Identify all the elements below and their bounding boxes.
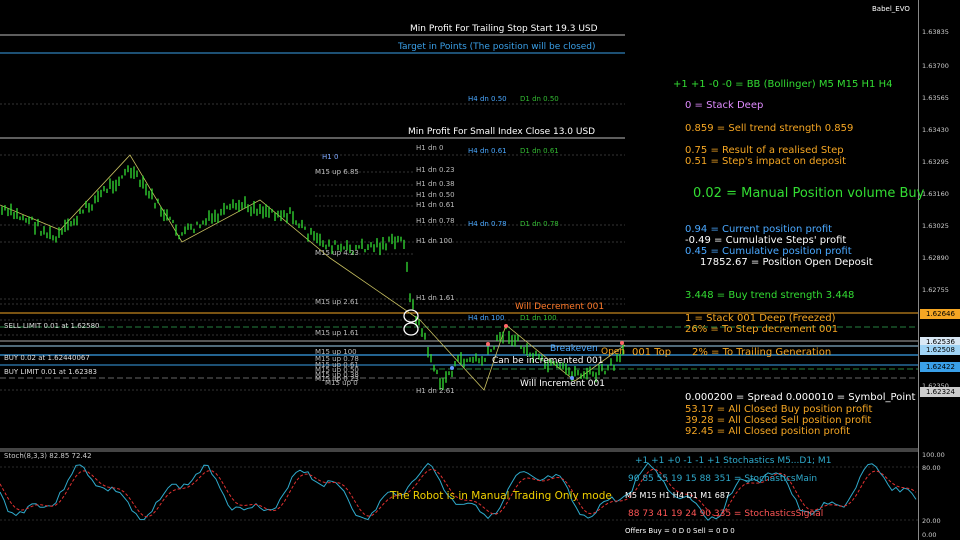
price-tick: 1.62890 <box>922 254 949 262</box>
will-decrement-label: Will Decrement 001 <box>515 302 605 312</box>
level-label: M15 up 6.85 <box>315 168 359 176</box>
level-label: H1 dn 0.61 <box>416 201 455 209</box>
price-tick: 1.63160 <box>922 190 949 198</box>
stochastic-title: Stoch(8,3,3) 82.85 72.42 <box>4 452 92 460</box>
price-tick: 1.62755 <box>922 286 949 294</box>
level-label: H4 dn 0.78 <box>468 220 507 228</box>
stoch-signal: 88 73 41 19 24 90 335 = StochasticsSigna… <box>628 509 824 519</box>
level-label: D1 dn 0.61 <box>520 147 559 155</box>
level-label: H1 0 <box>322 153 339 161</box>
level-label: D1 dn 0.50 <box>520 95 559 103</box>
closed-sell-profit: 39.28 = All Closed Sell position profit <box>685 415 872 426</box>
stoch-tick: 80.00 <box>922 464 941 472</box>
level-label: D1 dn 100 <box>520 314 557 322</box>
spread: 0.000200 = Spread 0.000010 = Symbol_Poin… <box>685 392 916 403</box>
account-label: Babel_EVO <box>872 5 910 13</box>
price-badge: 1.62422 <box>920 362 960 372</box>
robot-mode: The Robot is in Manual Trading Only mode <box>390 490 612 502</box>
trailing-generation: 2% = To Trailing Generation <box>692 347 832 358</box>
stoch-main: 90 85 55 19 15 88 351 = StochasticsMain <box>628 474 818 484</box>
price-tick: 1.63700 <box>922 62 949 70</box>
price-axis-line <box>918 0 919 540</box>
stoch-tick: 0.00 <box>922 531 937 539</box>
min-profit-trailing-label: Min Profit For Trailing Stop Start 19.3 … <box>410 24 598 34</box>
level-label: M15 up 0 <box>325 379 358 387</box>
level-label: H1 dn 0.38 <box>416 180 455 188</box>
stack-deep: 0 = Stack Deep <box>685 100 764 111</box>
current-profit: 0.94 = Current position profit <box>685 224 833 235</box>
manual-volume: 0.02 = Manual Position volume Buy <box>693 186 925 201</box>
bb-signal: +1 +1 -0 -0 = BB (Bollinger) M5 M15 H1 H… <box>673 79 893 90</box>
price-tick: 1.63295 <box>922 158 949 166</box>
open-label: Open <box>601 347 626 357</box>
stoch-signals: +1 +1 +0 -1 -1 +1 Stochastics M5...D1; M… <box>635 456 832 466</box>
position-open-deposit: 17852.67 = Position Open Deposit <box>700 257 873 268</box>
top-label: 001 Top <box>632 347 672 358</box>
price-tick: 1.63025 <box>922 222 949 230</box>
stoch-timeframes: M5 M15 H1 H4 D1 M1 687 <box>625 491 731 500</box>
price-tick: 1.63565 <box>922 94 949 102</box>
can-be-incremented-label: Can be incremented 001 <box>492 356 604 366</box>
closed-all-profit: 92.45 = All Closed position profit <box>685 426 851 437</box>
order-buy-limit[interactable]: BUY LIMIT 0.01 at 1.62383 <box>4 369 97 376</box>
level-label: M15 up 2.61 <box>315 298 359 306</box>
order-buy[interactable]: BUY 0.02 at 1.62440067 <box>4 355 90 362</box>
level-label: H4 dn 0.61 <box>468 147 507 155</box>
level-label: M15 up 4.23 <box>315 249 359 257</box>
level-label: H4 dn 0.50 <box>468 95 507 103</box>
price-tick: 1.63430 <box>922 126 949 134</box>
buy-trend-strength: 3.448 = Buy trend strength 3.448 <box>685 290 855 301</box>
breakeven-label: Breakeven <box>550 344 598 354</box>
level-label: D1 dn 0.78 <box>520 220 559 228</box>
level-label: H1 dn 0 <box>416 144 444 152</box>
price-badge: 1.62508 <box>920 345 960 355</box>
sell-trend-strength: 0.859 = Sell trend strength 0.859 <box>685 123 854 134</box>
cumulative-steps-profit: -0.49 = Cumulative Steps' profit <box>685 235 847 246</box>
stoch-tick: 20.00 <box>922 517 941 525</box>
offers-label: Offers Buy = 0 D 0 Sell = 0 D 0 <box>625 527 735 535</box>
order-sell-limit[interactable]: SELL LIMIT 0.01 at 1.62580 <box>4 323 99 330</box>
price-badge: 1.62324 <box>920 387 960 397</box>
closed-buy-profit: 53.17 = All Closed Buy position profit <box>685 404 873 415</box>
cumulative-position-profit: 0.45 = Cumulative position profit <box>685 246 852 257</box>
level-label: H1 dn 0.23 <box>416 166 455 174</box>
level-label: H1 dn 100 <box>416 237 453 245</box>
level-label: H1 dn 0.50 <box>416 191 455 199</box>
level-label: H1 dn 2.61 <box>416 387 455 395</box>
min-profit-index-label: Min Profit For Small Index Close 13.0 US… <box>408 127 596 137</box>
result-step: 0.75 = Result of a realised Step <box>685 145 844 156</box>
step-decrement: 26% = To Step decrement 001 <box>685 324 839 335</box>
level-label: M15 up 1.61 <box>315 329 359 337</box>
price-tick: 1.63835 <box>922 28 949 36</box>
will-increment-label: Will Increment 001 <box>520 379 605 389</box>
step-impact: 0.51 = Step's impact on deposit <box>685 156 847 167</box>
level-label: H1 dn 0.78 <box>416 217 455 225</box>
level-label: H1 dn 1.61 <box>416 294 455 302</box>
stoch-tick: 100.00 <box>922 451 945 459</box>
target-label: Target in Points (The position will be c… <box>398 42 596 52</box>
level-label: H4 dn 100 <box>468 314 505 322</box>
stack-001-deep: 1 = Stack 001 Deep (Freezed) <box>685 313 836 324</box>
price-badge: 1.62646 <box>920 309 960 319</box>
